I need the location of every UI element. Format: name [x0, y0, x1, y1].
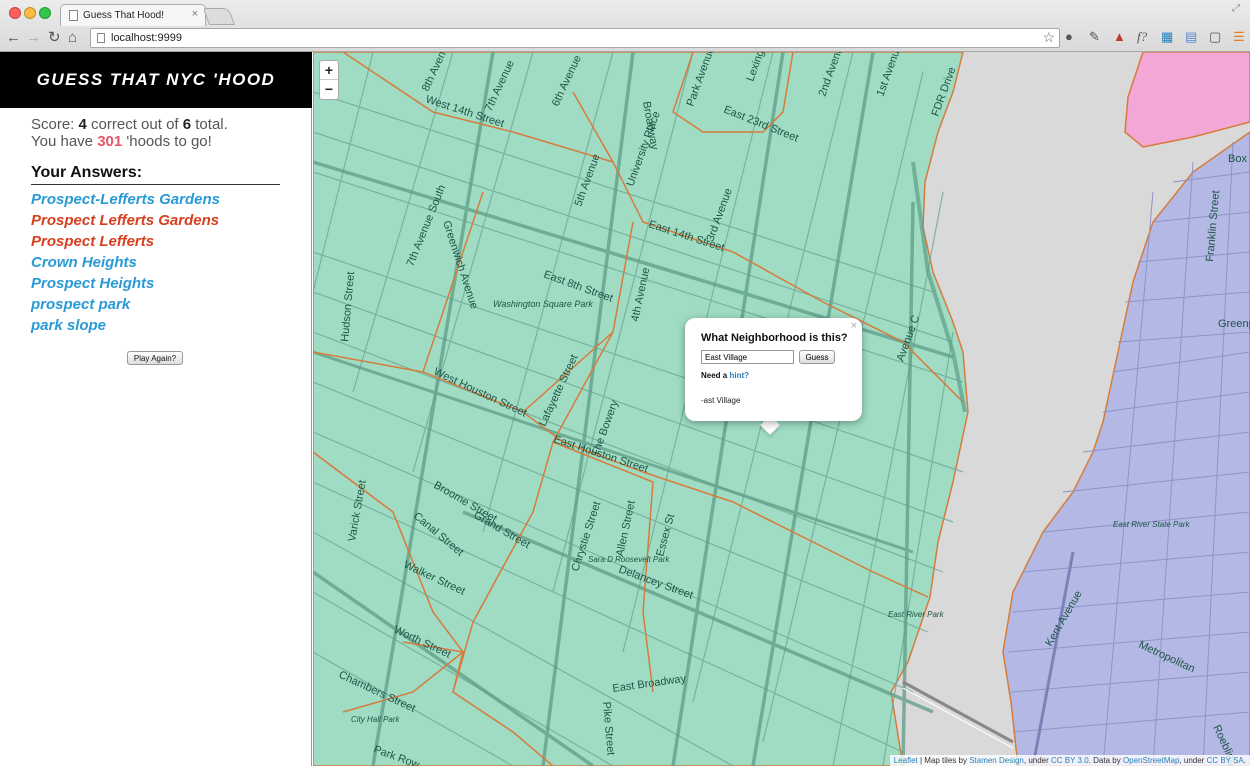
reload-icon[interactable]: ↻ [48, 30, 61, 45]
close-window-button[interactable] [9, 7, 21, 19]
score-line: Score: 4 correct out of 6 total. [31, 116, 228, 133]
score-panel: Score: 4 correct out of 6 total. You hav… [31, 116, 228, 150]
score-total: 6 [182, 116, 192, 133]
score-correct: 4 [78, 116, 87, 133]
star-icon[interactable]: ☆ [1042, 29, 1055, 46]
person-icon[interactable]: ● [1065, 29, 1073, 44]
remaining-line: You have 301 'hoods to go! [31, 133, 228, 150]
bridge [902, 680, 1014, 744]
forward-arrow-icon[interactable]: → [26, 30, 41, 45]
guess-popup: × What Neighborhood is this? Guess Need … [685, 318, 862, 421]
answer-item: Prospect Lefferts Gardens [31, 212, 220, 229]
pink-area [1124, 52, 1250, 148]
hint-text: -ast Village [701, 396, 741, 405]
screenshot-icon[interactable]: ▢ [1209, 29, 1221, 45]
window-icon[interactable]: ▤ [1185, 29, 1197, 45]
score-middle: correct out of [86, 116, 183, 133]
url-text[interactable]: localhost:9999 [111, 32, 182, 44]
hint-link[interactable]: hint? [729, 371, 749, 380]
park-label: Sara D Roosevelt Park [588, 555, 670, 564]
park-label: East River State Park [1113, 520, 1190, 529]
attribution-text: . Data by [1088, 756, 1123, 765]
answers-list: Prospect-Lefferts Gardens Prospect Leffe… [31, 190, 220, 337]
street-label: Box [1228, 153, 1247, 165]
remaining-count: 301 [97, 133, 123, 150]
answer-item: prospect park [31, 296, 131, 313]
answer-item: Prospect-Lefferts Gardens [31, 191, 220, 208]
extension-toolbar: ● ✎ ▲ f? ▦ ▤ ▢ ☰ [1065, 29, 1245, 47]
osm-link[interactable]: OpenStreetMap [1123, 756, 1179, 765]
map-attribution: Leaflet | Map tiles by Stamen Design, un… [889, 755, 1250, 766]
map[interactable]: 8th Avenue 7th Avenue 6th Avenue West 14… [313, 52, 1250, 766]
maximize-window-button[interactable] [39, 7, 51, 19]
ccbysa-link[interactable]: CC BY SA [1207, 756, 1244, 765]
header-bar: GUESS THAT NYC 'HOOD [0, 52, 312, 108]
park-label: Washington Square Park [493, 299, 593, 309]
attribution-text: , under [1179, 756, 1207, 765]
hint-line: Need a hint? [701, 371, 749, 380]
back-arrow-icon[interactable]: ← [6, 30, 21, 45]
browser-tab[interactable]: Guess That Hood! × [60, 4, 206, 26]
park-label: East River Park [888, 610, 945, 619]
remaining-prefix: You have [31, 133, 98, 150]
new-tab-button[interactable] [202, 8, 236, 25]
score-prefix: Score: [31, 116, 79, 133]
attribution-text: | Map tiles by [917, 756, 970, 765]
minimize-window-button[interactable] [24, 7, 36, 19]
park-label: City Hall Park [351, 715, 400, 724]
page-icon [97, 33, 105, 43]
address-bar[interactable]: localhost:9999 ☆ [90, 28, 1060, 48]
home-icon[interactable]: ⌂ [68, 30, 77, 45]
leaflet-link[interactable]: Leaflet [894, 756, 918, 765]
attribution-text: , under [1023, 756, 1052, 765]
answer-item: Prospect Lefferts [31, 233, 155, 250]
popup-title: What Neighborhood is this? [701, 332, 848, 344]
zoom-in-button[interactable]: + [320, 61, 338, 80]
guess-button[interactable]: Guess [799, 350, 835, 364]
answer-item: park slope [31, 317, 107, 334]
browser-chrome: Guess That Hood! × ⤢ ← → ↻ ⌂ localhost:9… [0, 0, 1250, 52]
stamen-link[interactable]: Stamen Design [969, 756, 1024, 765]
tab-title: Guess That Hood! [83, 10, 164, 21]
remaining-suffix: 'hoods to go! [122, 133, 212, 150]
bridge-lane [902, 687, 1014, 749]
menu-icon[interactable]: ☰ [1233, 29, 1245, 45]
attribution-text: . [1243, 756, 1246, 765]
hint-prefix: Need a [701, 371, 730, 380]
page-icon [69, 10, 78, 21]
sidebar: GUESS THAT NYC 'HOOD Score: 4 correct ou… [0, 52, 312, 766]
close-icon[interactable]: × [851, 320, 857, 332]
play-again-button[interactable]: Play Again? [127, 351, 183, 365]
eyedropper-icon[interactable]: ✎ [1089, 29, 1100, 45]
answer-item: Crown Heights [31, 254, 137, 271]
extension-icon[interactable]: ▲ [1113, 29, 1126, 44]
answer-item: Prospect Heights [31, 275, 155, 292]
squares-icon[interactable]: ▦ [1161, 29, 1173, 45]
answers-heading: Your Answers: [31, 164, 280, 185]
score-suffix: total. [191, 116, 228, 133]
function-icon[interactable]: f? [1137, 29, 1147, 45]
street-label: Greenpoint [1218, 318, 1250, 330]
zoom-out-button[interactable]: − [320, 80, 338, 99]
ccby-link[interactable]: CC BY 3.0 [1051, 756, 1089, 765]
tab-close-icon[interactable]: × [192, 8, 198, 20]
app-title: GUESS THAT NYC 'HOOD [36, 70, 276, 89]
fullscreen-icon[interactable]: ⤢ [1232, 3, 1240, 14]
guess-input[interactable] [701, 350, 794, 364]
zoom-control: + − [319, 60, 339, 100]
